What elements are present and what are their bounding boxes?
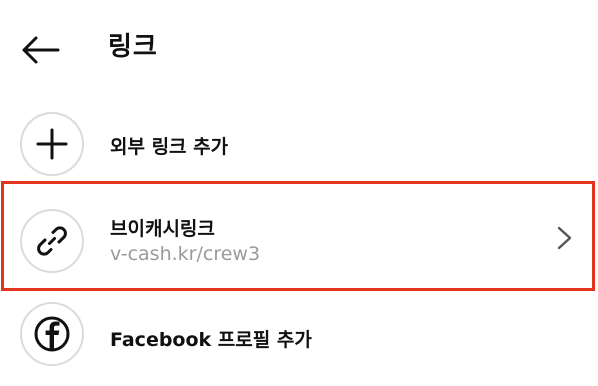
vcash-link-url: v-cash.kr/crew3 [110,243,261,265]
page-title: 링크 [108,32,158,62]
chevron-right-icon [557,226,572,250]
link-icon-circle [20,209,84,273]
add-external-link-item[interactable]: 외부 링크 추가 [0,105,598,183]
header: 링크 [0,0,598,96]
link-icon [37,226,67,256]
facebook-icon-circle [20,302,84,366]
plus-icon [36,128,68,160]
vcash-link-title: 브이캐시링크 [110,218,215,240]
add-link-icon-circle [20,112,84,176]
facebook-icon [34,316,70,352]
arrow-left-icon [22,36,60,64]
selection-highlight [1,181,595,291]
add-facebook-profile-label: Facebook 프로필 추가 [110,329,312,351]
vcash-link-item[interactable]: 브이캐시링크 v-cash.kr/crew3 [0,181,598,291]
back-button[interactable] [14,26,66,74]
add-external-link-label: 외부 링크 추가 [110,136,229,158]
add-facebook-profile-item[interactable]: Facebook 프로필 추가 [0,296,598,386]
links-settings-page: 링크 외부 링크 추가 브이캐시링크 v-cash.kr/crew3 Faceb… [0,0,598,386]
